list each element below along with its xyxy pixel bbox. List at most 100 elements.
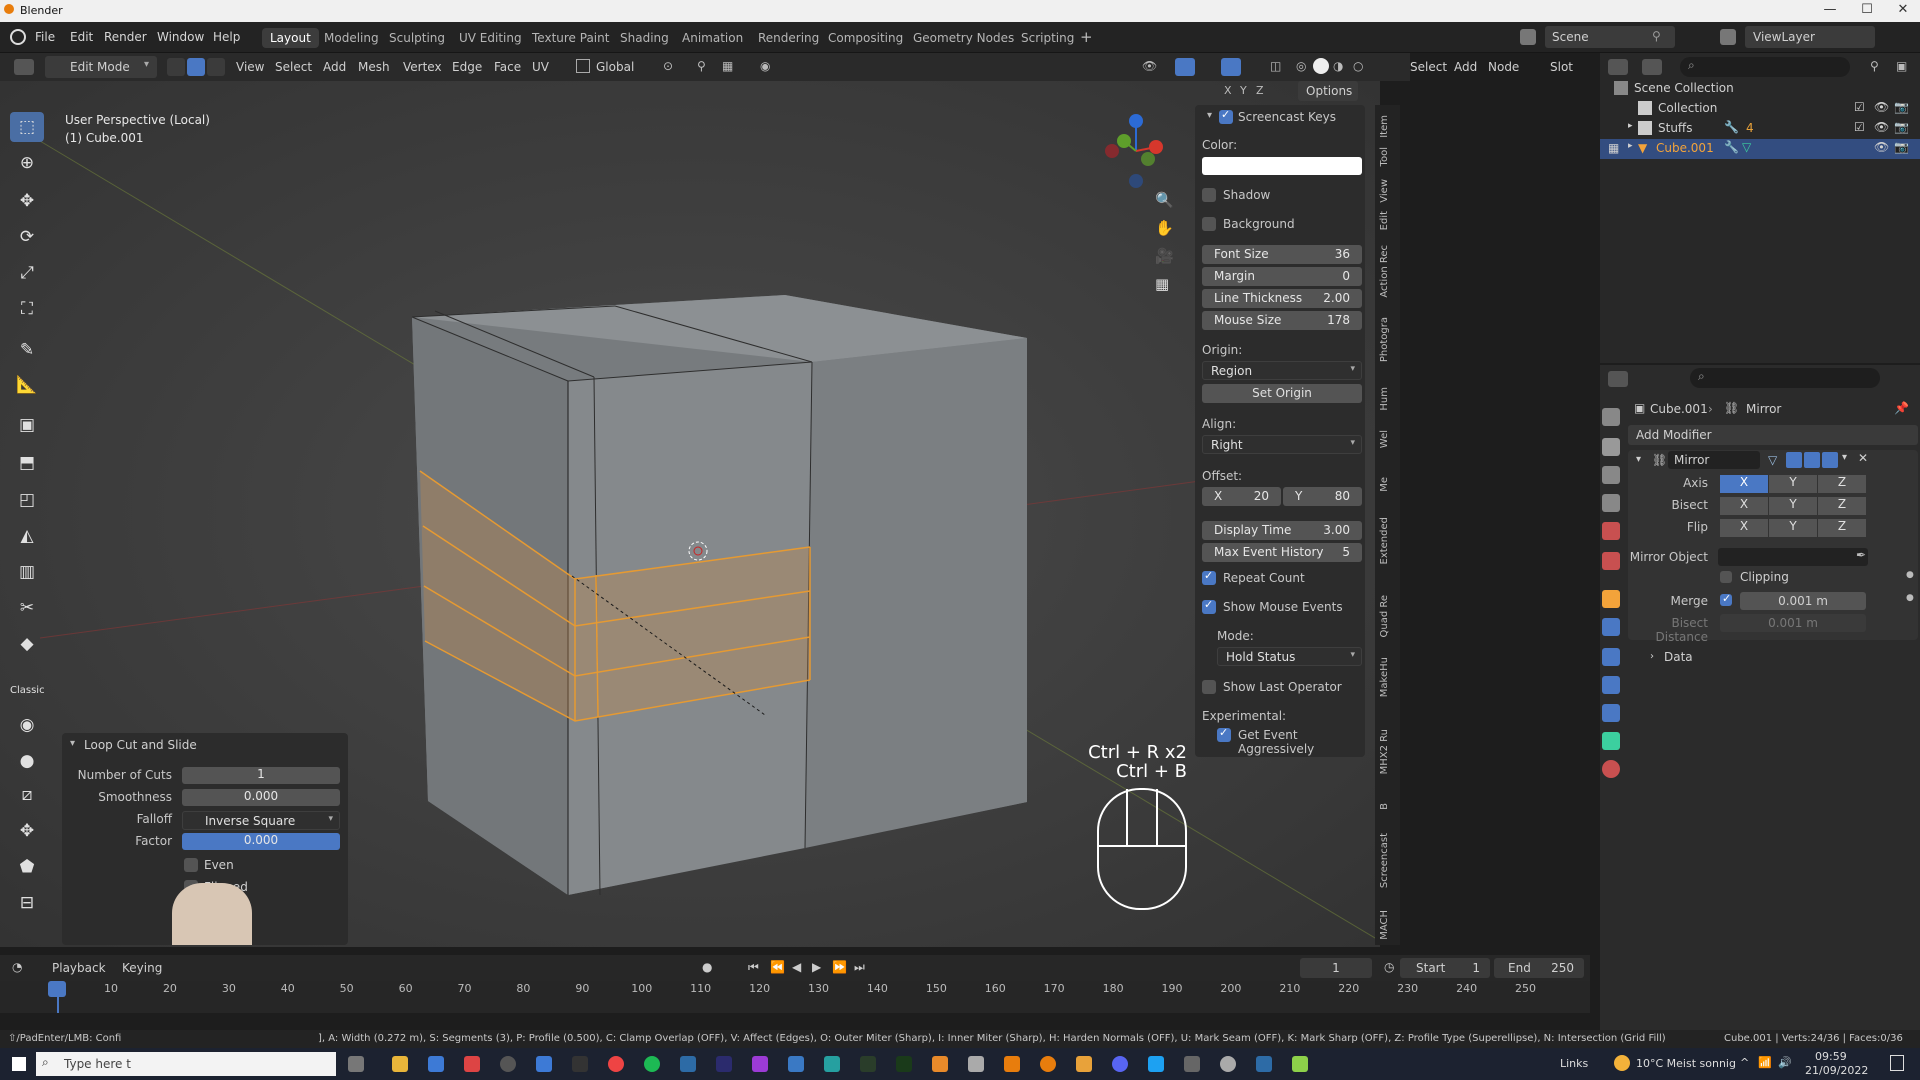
axis-z-toggle[interactable]: Z — [1256, 84, 1264, 97]
header-edge[interactable]: Edge — [452, 60, 482, 74]
material-shading-icon[interactable]: ◑ — [1333, 59, 1343, 73]
annotate-tool[interactable]: ✎ — [10, 335, 44, 365]
origin-dropdown[interactable]: Region ▾ — [1202, 361, 1362, 380]
view-layer-icon[interactable] — [1720, 29, 1736, 45]
davinci-icon[interactable] — [860, 1056, 876, 1072]
world-tab-icon[interactable] — [1602, 552, 1620, 570]
app-icon-1[interactable] — [464, 1056, 480, 1072]
play-reverse-icon[interactable]: ◀ — [792, 960, 801, 974]
chevron-down-icon[interactable]: ▾ — [1636, 454, 1641, 465]
sidetab-extended[interactable]: Extended — [1379, 517, 1390, 565]
start-frame-field[interactable]: Start 1 — [1400, 958, 1490, 978]
render-tab-icon[interactable] — [1602, 438, 1620, 456]
add-workspace-icon[interactable]: + — [1080, 28, 1093, 46]
object-tab-icon[interactable] — [1602, 590, 1620, 608]
sidetab-view[interactable]: View — [1379, 179, 1390, 203]
rip-tool[interactable]: ✥ — [10, 816, 44, 846]
minimize-icon[interactable]: — — [1815, 2, 1845, 17]
keyframe-dot-icon[interactable]: ● — [1906, 593, 1914, 603]
network-icon[interactable]: 📶 — [1758, 1056, 1772, 1069]
face-select-icon[interactable] — [207, 58, 225, 76]
cursor-tool[interactable]: ⊕ — [10, 148, 44, 178]
pin-icon[interactable]: ⚲ — [1652, 29, 1661, 43]
app-icon-7[interactable] — [896, 1056, 912, 1072]
even-checkbox[interactable] — [184, 858, 198, 872]
axis-x-toggle[interactable]: X — [1224, 84, 1232, 97]
menu-help[interactable]: Help — [213, 30, 240, 44]
axis-z-button[interactable]: Z — [1818, 475, 1866, 493]
expand-icon[interactable]: ▸ — [1628, 141, 1633, 151]
header-uv[interactable]: UV — [532, 60, 549, 74]
bisect-y-button[interactable]: Y — [1769, 497, 1817, 515]
offset-y-field[interactable]: Y 80 — [1283, 487, 1362, 506]
poly-build-tool[interactable]: ◆ — [10, 629, 44, 659]
tab-animation[interactable]: Animation — [674, 28, 751, 48]
volume-icon[interactable]: 🔊 — [1778, 1056, 1792, 1069]
tab-compositing[interactable]: Compositing — [820, 28, 911, 48]
bisect-x-button[interactable]: X — [1720, 497, 1768, 515]
margin-field[interactable]: Margin 0 — [1202, 267, 1362, 286]
data-tab-icon[interactable] — [1602, 732, 1620, 750]
notion-icon[interactable] — [572, 1056, 588, 1072]
sidetab-tool[interactable]: Tool — [1379, 147, 1390, 166]
task-view-icon[interactable] — [348, 1056, 364, 1072]
spin-tool[interactable]: ⊟ — [10, 888, 44, 918]
node-node[interactable]: Node — [1488, 60, 1519, 74]
classic-tool[interactable]: Classic — [10, 676, 45, 706]
solid-shading-icon[interactable] — [1313, 58, 1329, 74]
eye-icon[interactable]: 👁 — [1874, 100, 1889, 114]
sidetab-me[interactable]: Me — [1379, 477, 1390, 492]
outliner-row[interactable]: Collection ☑ 👁 📷 — [1628, 99, 1914, 119]
sphere-tool[interactable]: ● — [10, 746, 44, 776]
sidetab-quad-re[interactable]: Quad Re — [1379, 595, 1390, 638]
timeline-track[interactable]: 1102030405060708090100110120130140150160… — [0, 981, 1590, 1013]
app-icon-2[interactable] — [500, 1056, 516, 1072]
photoshop-icon[interactable] — [716, 1056, 732, 1072]
app-icon-5[interactable] — [788, 1056, 804, 1072]
line-thickness-field[interactable]: Line Thickness 2.00 — [1202, 289, 1362, 308]
tab-rendering[interactable]: Rendering — [750, 28, 827, 48]
chrome-icon[interactable] — [608, 1056, 624, 1072]
outliner-search-input[interactable] — [1680, 57, 1850, 77]
clock-date[interactable]: 21/09/2022 — [1805, 1064, 1868, 1077]
vlc-icon[interactable] — [1076, 1056, 1092, 1072]
spotify-icon[interactable] — [644, 1056, 660, 1072]
properties-editor-icon[interactable] — [1608, 371, 1628, 387]
camera-render-icon[interactable]: 📷 — [1894, 100, 1909, 114]
menu-file[interactable]: File — [35, 30, 55, 44]
clipping-checkbox[interactable] — [1720, 571, 1732, 583]
tab-scripting[interactable]: Scripting — [1013, 28, 1082, 48]
measure-tool[interactable]: 📐 — [10, 370, 44, 400]
flip-x-button[interactable]: X — [1720, 519, 1768, 537]
sidetab-screencast[interactable]: Screencast — [1379, 833, 1390, 888]
offset-x-field[interactable]: X 20 — [1202, 487, 1281, 506]
header-mesh[interactable]: Mesh — [358, 60, 390, 74]
bisect-distance-field[interactable]: 0.001 m — [1720, 614, 1866, 632]
expand-icon[interactable]: ▸ — [1628, 121, 1633, 131]
play-icon[interactable]: ▶ — [812, 960, 821, 974]
edge-slide-tool[interactable]: ⬟ — [10, 852, 44, 882]
pan-hand-icon[interactable]: ✋ — [1155, 219, 1174, 237]
knife-tool[interactable]: ✂ — [10, 593, 44, 623]
output-tab-icon[interactable] — [1602, 466, 1620, 484]
wireframe-shading-icon[interactable]: ◎ — [1296, 59, 1306, 73]
pivot-icon[interactable]: ⊙ — [663, 59, 673, 73]
display-mode-icon[interactable] — [1642, 59, 1662, 75]
viewport-toggle-icon[interactable] — [1804, 452, 1820, 468]
sidetab-edit[interactable]: Edit — [1379, 211, 1390, 230]
transform-tool[interactable]: ⛶ — [10, 294, 44, 324]
blender-active-icon[interactable] — [1040, 1056, 1056, 1072]
vertex-select-icon[interactable] — [167, 58, 185, 76]
playback-menu[interactable]: Playback — [52, 961, 106, 975]
tab-layout[interactable]: Layout — [262, 28, 319, 48]
align-dropdown[interactable]: Right ▾ — [1202, 435, 1362, 454]
calculator-icon[interactable] — [536, 1056, 552, 1072]
app-icon-11[interactable] — [1184, 1056, 1200, 1072]
outliner-row[interactable]: ▸ Stuffs 🔧 4 ☑ 👁 📷 — [1628, 119, 1914, 139]
eye-icon[interactable]: 👁 — [1874, 120, 1889, 134]
get-event-checkbox[interactable] — [1217, 726, 1231, 742]
tool-tab-icon[interactable] — [1602, 408, 1620, 426]
cage-toggle-icon[interactable] — [1786, 452, 1802, 468]
edge-select-icon[interactable] — [187, 58, 205, 76]
file-explorer-icon[interactable] — [392, 1056, 408, 1072]
